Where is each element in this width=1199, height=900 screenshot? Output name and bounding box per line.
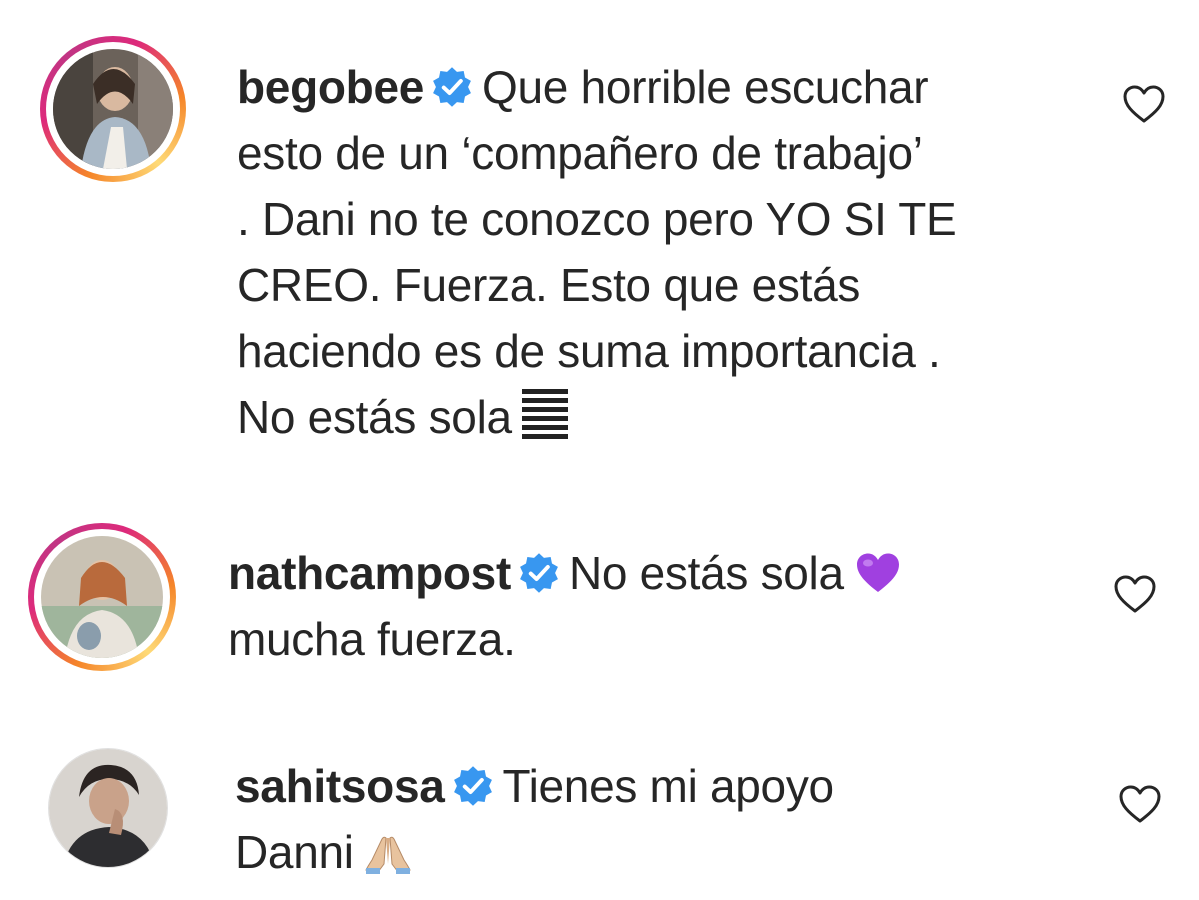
comment-sahitsosa: sahitsosa Tienes mi apoyo Danni — [0, 730, 1199, 900]
avatar — [41, 536, 163, 658]
username[interactable]: nathcampost — [228, 547, 511, 599]
comment-text-line: CREO. Fuerza. Esto que estás — [237, 259, 861, 311]
comment-text: begobee Que horrible escuchar esto de un … — [237, 54, 1097, 450]
heart-outline-icon[interactable] — [1122, 84, 1166, 124]
heart-outline-icon[interactable] — [1113, 574, 1157, 614]
avatar-story-ring[interactable] — [40, 36, 186, 182]
avatar-story-ring[interactable] — [28, 523, 176, 671]
comment-text: sahitsosa Tienes mi apoyo Danni — [235, 753, 1095, 885]
verified-badge-icon — [453, 766, 492, 806]
username[interactable]: begobee — [237, 61, 424, 113]
comment-text-line: No estás sola — [568, 547, 844, 599]
comment-text-line: mucha fuerza. — [228, 613, 516, 665]
comment-text: nathcampost No estás sola mucha fuerza. — [228, 540, 1088, 672]
comment-text-line: haciendo es de suma importancia . — [237, 325, 941, 377]
comment-line-1: sahitsosa Tienes mi apoyo — [235, 753, 1095, 819]
username[interactable]: sahitsosa — [235, 760, 445, 812]
heart-outline-icon[interactable] — [1118, 784, 1162, 824]
flag-emoji — [521, 389, 568, 439]
comment-line-1: begobee Que horrible escuchar — [237, 54, 1097, 120]
verified-badge-icon — [520, 553, 558, 593]
avatar — [53, 49, 173, 169]
comment-text-line: Que horrible escuchar — [482, 61, 929, 113]
comment-text-line: No estás sola — [237, 391, 512, 443]
comment-nathcampost: nathcampost No estás sola mucha fuerza. — [0, 510, 1199, 710]
purple-heart-emoji — [856, 553, 899, 592]
verified-badge-icon — [433, 67, 471, 107]
comment-text-line: Tienes mi apoyo — [502, 760, 835, 812]
folded-hands-emoji — [364, 836, 411, 874]
avatar — [49, 749, 167, 867]
comment-text-line: Danni — [235, 826, 354, 878]
comment-line-6: No estás sola — [237, 384, 1097, 450]
comment-begobee: begobee Que horrible escuchar esto de un … — [0, 0, 1199, 470]
comment-line-1: nathcampost No estás sola — [228, 540, 1088, 606]
comment-line-2: Danni — [235, 819, 1095, 885]
comment-text-line: esto de un ‘compañero de trabajo’ — [237, 127, 923, 179]
comment-text-line: . Dani no te conozco pero YO SI TE — [237, 193, 957, 245]
avatar-wrapper[interactable] — [48, 748, 168, 868]
